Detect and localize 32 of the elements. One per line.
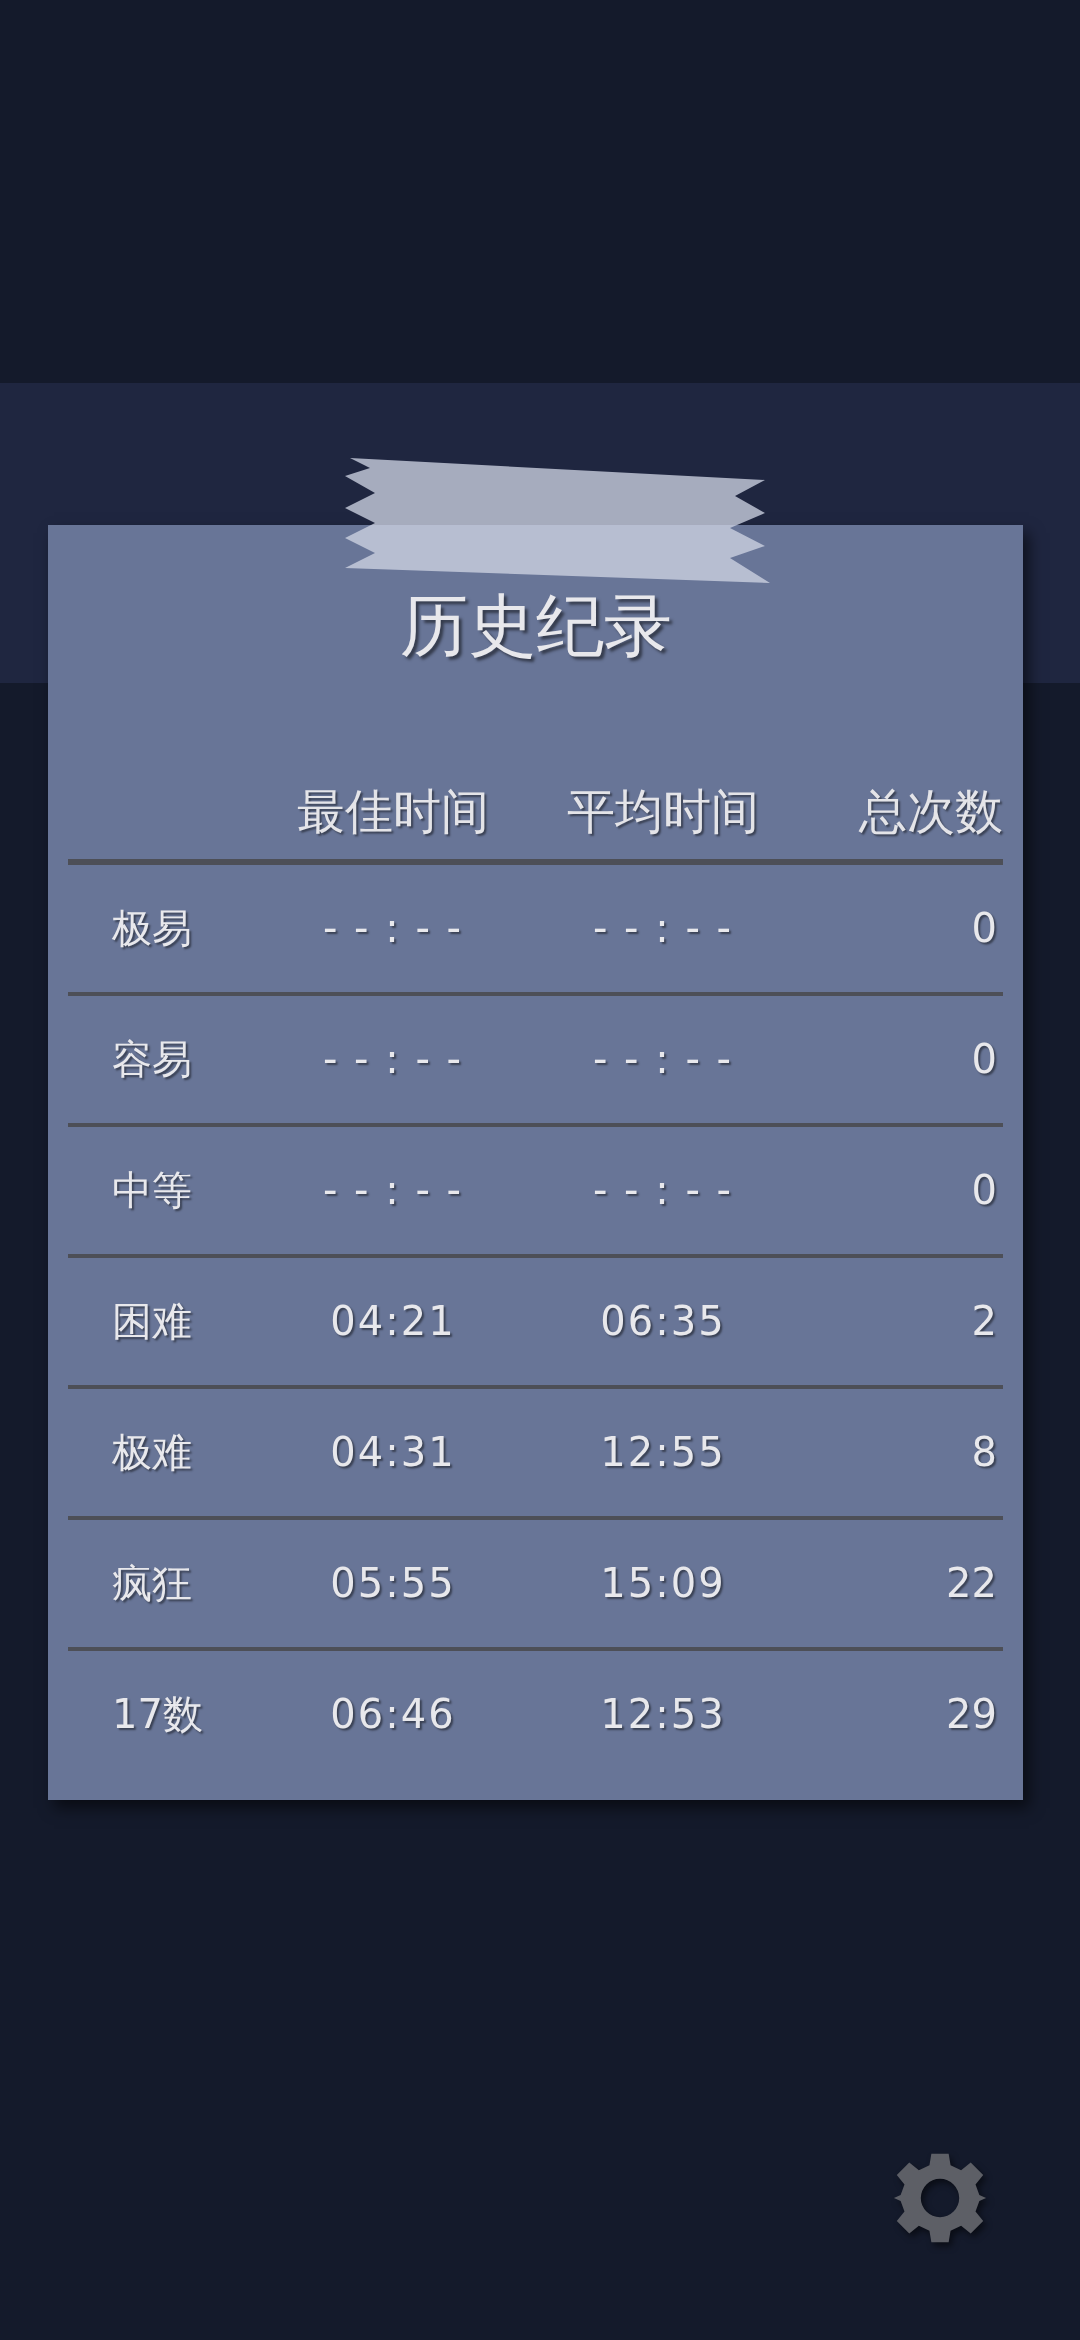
difficulty-label: 中等 xyxy=(111,1165,193,1215)
average-time: - - : - - xyxy=(591,905,735,952)
best-time: - - : - - xyxy=(321,905,465,952)
average-time: 12:55 xyxy=(599,1429,727,1476)
play-count: 2 xyxy=(970,1298,998,1345)
best-time: 06:46 xyxy=(329,1691,457,1738)
column-header: 总次数 xyxy=(858,781,1003,841)
play-count: 0 xyxy=(970,1167,998,1214)
best-time: 05:55 xyxy=(329,1560,457,1607)
average-time: - - : - - xyxy=(591,1167,735,1214)
average-time: 12:53 xyxy=(599,1691,727,1738)
column-header: 最佳时间 xyxy=(296,781,490,841)
play-count: 22 xyxy=(945,1560,998,1607)
column-header: 平均时间 xyxy=(566,781,760,841)
best-time: - - : - - xyxy=(321,1167,465,1214)
average-time: - - : - - xyxy=(591,1036,735,1083)
play-count: 29 xyxy=(945,1691,998,1738)
best-time: 04:31 xyxy=(329,1429,457,1476)
average-time: 06:35 xyxy=(599,1298,727,1345)
play-count: 0 xyxy=(970,1036,998,1083)
average-time: 15:09 xyxy=(599,1560,727,1607)
difficulty-label: 极难 xyxy=(111,1427,193,1477)
difficulty-label: 17数 xyxy=(111,1689,204,1739)
best-time: - - : - - xyxy=(321,1036,465,1083)
difficulty-label: 容易 xyxy=(111,1034,193,1084)
play-count: 0 xyxy=(970,905,998,952)
difficulty-label: 极易 xyxy=(111,903,193,953)
difficulty-label: 疯狂 xyxy=(111,1558,193,1608)
difficulty-label: 困难 xyxy=(111,1296,193,1346)
best-time: 04:21 xyxy=(329,1298,457,1345)
card-title: 历史纪录 xyxy=(398,585,673,667)
play-count: 8 xyxy=(970,1429,998,1476)
